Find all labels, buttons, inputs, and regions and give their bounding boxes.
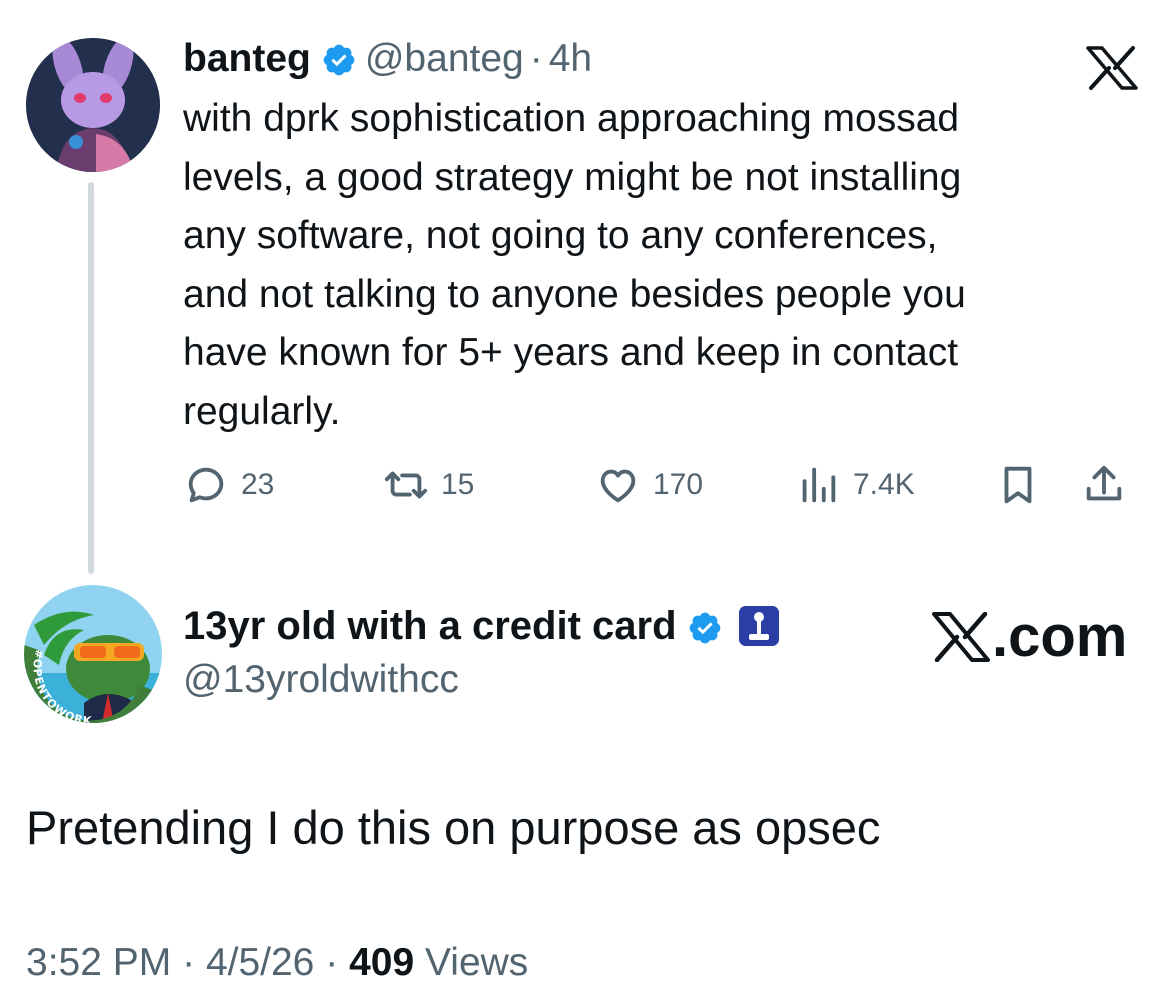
reply-tweet-header: 13yr old with a credit card: [183, 601, 779, 651]
share-button[interactable]: [1081, 458, 1127, 512]
separator-dot: ·: [182, 941, 196, 984]
reply-author-name[interactable]: 13yr old with a credit card: [183, 601, 677, 651]
like-button[interactable]: 170: [595, 458, 703, 512]
x-logo-icon: [1086, 46, 1138, 90]
reply-count: 23: [241, 468, 275, 501]
separator-dot: ·: [325, 941, 339, 984]
views-count: 7.4K: [853, 468, 915, 501]
views-button[interactable]: 7.4K: [795, 458, 915, 512]
reply-author-handle[interactable]: @13yroldwithcc: [183, 655, 459, 705]
banteg-avatar[interactable]: [26, 38, 160, 172]
reply-icon: [188, 467, 224, 503]
views-label: Views: [424, 941, 529, 984]
like-icon: [600, 469, 636, 503]
x-com-watermark: .com: [932, 602, 1127, 672]
reply-button[interactable]: 23: [183, 458, 274, 512]
repost-button[interactable]: 15: [383, 458, 474, 512]
reply-tweet-text: Pretending I do this on purpose as opsec: [26, 801, 881, 854]
views-total: 409: [349, 941, 415, 984]
like-count: 170: [653, 468, 704, 501]
action-bar: 23 15 170 7.4K: [183, 458, 1143, 512]
tweet-meta: 3:52 PM · 4/5/26 · 409 Views: [26, 938, 528, 986]
repost-icon: [384, 471, 428, 499]
separator-dot: ·: [529, 37, 543, 80]
tweet-time[interactable]: 4h: [549, 34, 592, 84]
verified-badge-icon: [321, 41, 357, 77]
author-handle[interactable]: @banteg: [365, 34, 524, 84]
quoted-tweet-text: with dprk sophistication approaching mos…: [183, 97, 966, 433]
bookmark-button[interactable]: [995, 458, 1041, 512]
x-com-suffix: .com: [992, 604, 1128, 669]
share-icon: [1086, 465, 1122, 501]
13yroldwithcc-avatar[interactable]: #OPENTOWORK: [24, 585, 162, 723]
repost-count: 15: [441, 468, 475, 501]
tweet-screenshot: banteg @banteg · 4h with dprk sophistica…: [0, 0, 1170, 986]
x-logo-icon: [932, 612, 990, 662]
bookmark-icon: [1004, 466, 1032, 504]
joystick-badge-icon: [738, 606, 779, 646]
views-icon: [802, 467, 836, 503]
post-date[interactable]: 4/5/26: [206, 941, 314, 984]
verified-badge-icon: [687, 608, 723, 644]
quoted-tweet-header: banteg @banteg · 4h: [183, 34, 592, 84]
thread-connector-line: [88, 182, 94, 574]
author-name[interactable]: banteg: [183, 34, 311, 84]
post-time[interactable]: 3:52 PM: [26, 941, 171, 984]
